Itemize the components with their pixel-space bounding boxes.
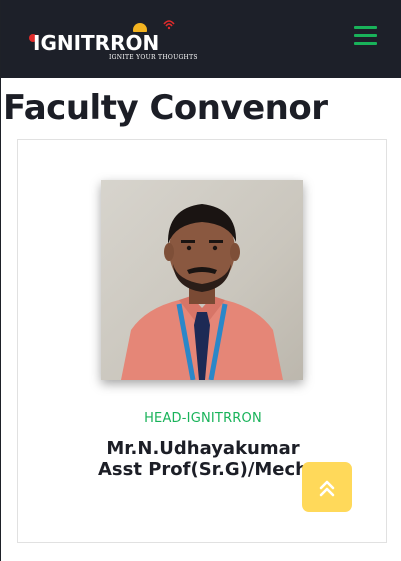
back-to-top-button[interactable]	[302, 462, 352, 512]
page: IGNITRRON IGNITE YOUR THOUGHTS Faculty C…	[0, 0, 401, 561]
site-logo[interactable]: IGNITRRON IGNITE YOUR THOUGHTS	[29, 14, 197, 64]
faculty-portrait	[121, 204, 283, 380]
hamburger-icon[interactable]	[354, 26, 378, 46]
logo-signal-icon	[163, 20, 175, 30]
faculty-name-line: Mr.N.Udhayakumar	[106, 438, 300, 459]
faculty-role: HEAD-IGNITRRON	[144, 411, 262, 426]
logo-tagline: IGNITE YOUR THOUGHTS	[109, 54, 198, 61]
navbar: IGNITRRON IGNITE YOUR THOUGHTS	[1, 0, 401, 78]
page-title: Faculty Convenor	[3, 88, 328, 128]
logo-helmet-icon	[133, 23, 147, 32]
double-chevron-up-icon	[319, 480, 335, 497]
faculty-photo	[101, 180, 303, 380]
logo-text: IGNITRRON	[33, 31, 160, 55]
